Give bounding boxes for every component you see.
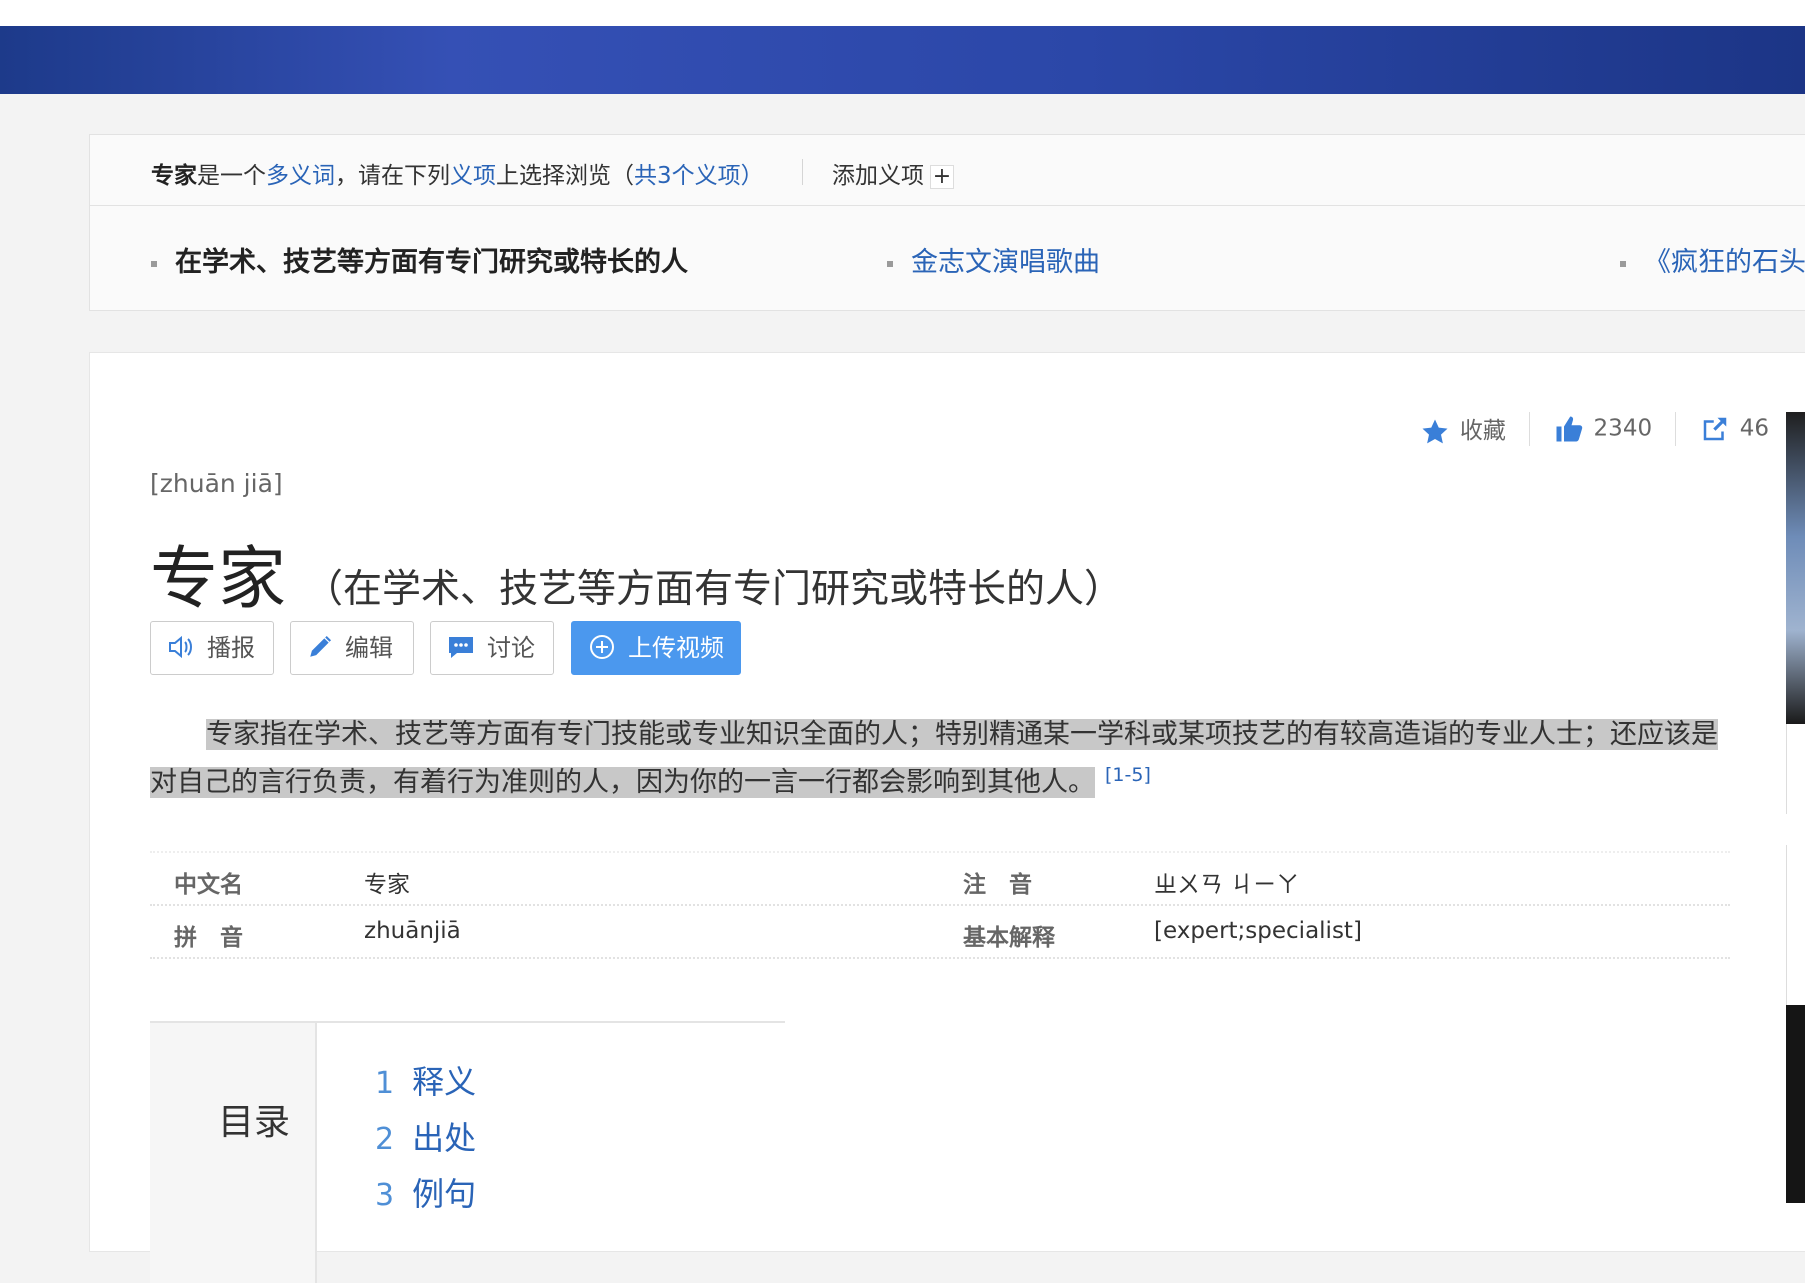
share-button[interactable]: 46 xyxy=(1700,414,1769,444)
entry-main: 收藏 2340 46 [zhuān jiā] 专家 （在学术、技艺等方面有专门研究… xyxy=(89,352,1805,1283)
chat-bubble-icon xyxy=(449,637,473,658)
add-sense-label: 添加义项 xyxy=(832,163,924,189)
play-label: 播报 xyxy=(207,634,255,662)
plus-icon: + xyxy=(930,165,954,189)
summary-text: 专家指在学术、技艺等方面有专门技能或专业知识全面的人；特别精通某一学科或某项技艺… xyxy=(150,719,1718,798)
polysemy-text: 上选择浏览（ xyxy=(496,163,634,189)
toc-item-number: 3 xyxy=(375,1178,395,1213)
reference-link[interactable]: [1-5] xyxy=(1105,764,1151,786)
toc-item-label[interactable]: 例句 xyxy=(412,1175,476,1213)
toc-item[interactable]: 3 例句 xyxy=(375,1169,476,1215)
polysemy-link[interactable]: 多义词 xyxy=(266,163,335,189)
play-button[interactable]: 播报 xyxy=(150,621,274,675)
sense-label: 在学术、技艺等方面有专门研究或特长的人 xyxy=(175,247,688,278)
polysemy-bar: 专家是一个多义词，请在下列义项上选择浏览（共3个义项） 添加义项 + xyxy=(89,134,1805,206)
basic-info-value: [expert;specialist] xyxy=(1154,918,1362,944)
speaker-icon xyxy=(169,635,192,659)
star-icon xyxy=(1422,419,1448,443)
like-button[interactable]: 2340 xyxy=(1554,414,1653,444)
share-count: 46 xyxy=(1739,415,1769,442)
polysemy-text: 是一个 xyxy=(197,163,266,189)
basic-info-key: 拼 音 xyxy=(174,925,243,951)
toc-item-number: 2 xyxy=(375,1122,395,1157)
basic-info-key: 注 音 xyxy=(963,872,1032,898)
upload-video-button[interactable]: 上传视频 xyxy=(571,621,741,675)
sense-item[interactable]: 金志文演唱歌曲 xyxy=(887,240,1100,279)
basic-info-row: 中文名 专家 注 音 ㄓㄨㄢ ㄐㄧㄚ xyxy=(150,851,1730,906)
basic-info-key: 基本解释 xyxy=(963,925,1055,951)
basic-info-table: 中文名 专家 注 音 ㄓㄨㄢ ㄐㄧㄚ 拼 音 zhuānjiā 基本解释 [ex… xyxy=(150,851,1730,959)
table-of-contents: 目录 1 释义 2 出处 3 例句 xyxy=(150,1021,785,1283)
sense-link[interactable]: 义项 xyxy=(450,163,496,189)
divider xyxy=(1675,411,1677,446)
collect-label: 收藏 xyxy=(1459,418,1506,444)
plus-circle-icon xyxy=(590,635,614,659)
add-sense-button[interactable]: 添加义项 + xyxy=(832,156,954,190)
divider xyxy=(1529,411,1531,446)
thumbs-up-icon xyxy=(1556,416,1582,442)
entry-subtitle: （在学术、技艺等方面有专门研究或特长的人） xyxy=(304,567,1124,612)
toc-header: 目录 xyxy=(150,1023,317,1283)
divider xyxy=(802,159,803,185)
lemma-summary: 专家指在学术、技艺等方面有专门技能或专业知识全面的人；特别精通某一学科或某项技艺… xyxy=(150,711,1726,807)
toc-item-number: 1 xyxy=(375,1066,395,1101)
collect-button[interactable]: 收藏 xyxy=(1420,411,1506,447)
basic-info-key: 中文名 xyxy=(174,872,243,898)
sidebar-image-thumbnail[interactable] xyxy=(1786,1005,1805,1203)
sense-item-current: 在学术、技艺等方面有专门研究或特长的人 xyxy=(151,240,688,279)
discuss-button[interactable]: 讨论 xyxy=(430,621,554,675)
bullet-icon xyxy=(151,260,157,267)
sidebar-image-thumbnail[interactable] xyxy=(1786,412,1805,724)
sidebar-panel xyxy=(1786,845,1805,1005)
toc-item-label[interactable]: 出处 xyxy=(412,1119,476,1157)
share-icon xyxy=(1703,417,1726,440)
basic-info-value: 专家 xyxy=(364,872,410,898)
bullet-icon xyxy=(1620,260,1626,267)
sense-label[interactable]: 金志文演唱歌曲 xyxy=(911,247,1100,278)
toc-item-label[interactable]: 释义 xyxy=(412,1063,476,1101)
edit-label: 编辑 xyxy=(345,634,393,662)
edit-button[interactable]: 编辑 xyxy=(290,621,414,675)
basic-info-value: ㄓㄨㄢ ㄐㄧㄚ xyxy=(1154,872,1300,898)
discuss-label: 讨论 xyxy=(487,634,535,662)
sense-list: 在学术、技艺等方面有专门研究或特长的人 金志文演唱歌曲 《疯狂的石头 xyxy=(89,206,1805,311)
site-header-banner xyxy=(0,26,1805,94)
sense-count-link[interactable]: 共3个义项 xyxy=(634,163,741,189)
browser-top-strip xyxy=(0,0,1805,26)
toc-item[interactable]: 1 释义 xyxy=(375,1057,476,1103)
basic-info-row: 拼 音 zhuānjiā 基本解释 [expert;specialist] xyxy=(150,906,1730,959)
toc-item[interactable]: 2 出处 xyxy=(375,1113,476,1159)
pencil-icon xyxy=(310,635,332,657)
like-count: 2340 xyxy=(1593,415,1653,442)
sense-label[interactable]: 《疯狂的石头 xyxy=(1644,247,1805,278)
polysemy-notice: 专家是一个多义词，请在下列义项上选择浏览（共3个义项） xyxy=(151,156,764,190)
entry-toolbar: 收藏 2340 46 xyxy=(1420,411,1769,447)
entry-pinyin: [zhuān jiā] xyxy=(150,469,283,498)
page-title: 专家 xyxy=(150,540,287,619)
entry-title-block: 专家 （在学术、技艺等方面有专门研究或特长的人） xyxy=(150,523,1123,622)
polysemy-text: ） xyxy=(740,163,764,189)
toc-title: 目录 xyxy=(218,1102,291,1143)
basic-info-value: zhuānjiā xyxy=(364,918,461,944)
polysemy-text: ，请在下列 xyxy=(335,163,450,189)
bullet-icon xyxy=(887,260,893,267)
upload-label: 上传视频 xyxy=(628,634,724,662)
sidebar-panel xyxy=(1786,724,1805,814)
polysemy-word: 专家 xyxy=(151,163,197,189)
sense-item[interactable]: 《疯狂的石头 xyxy=(1620,240,1805,279)
